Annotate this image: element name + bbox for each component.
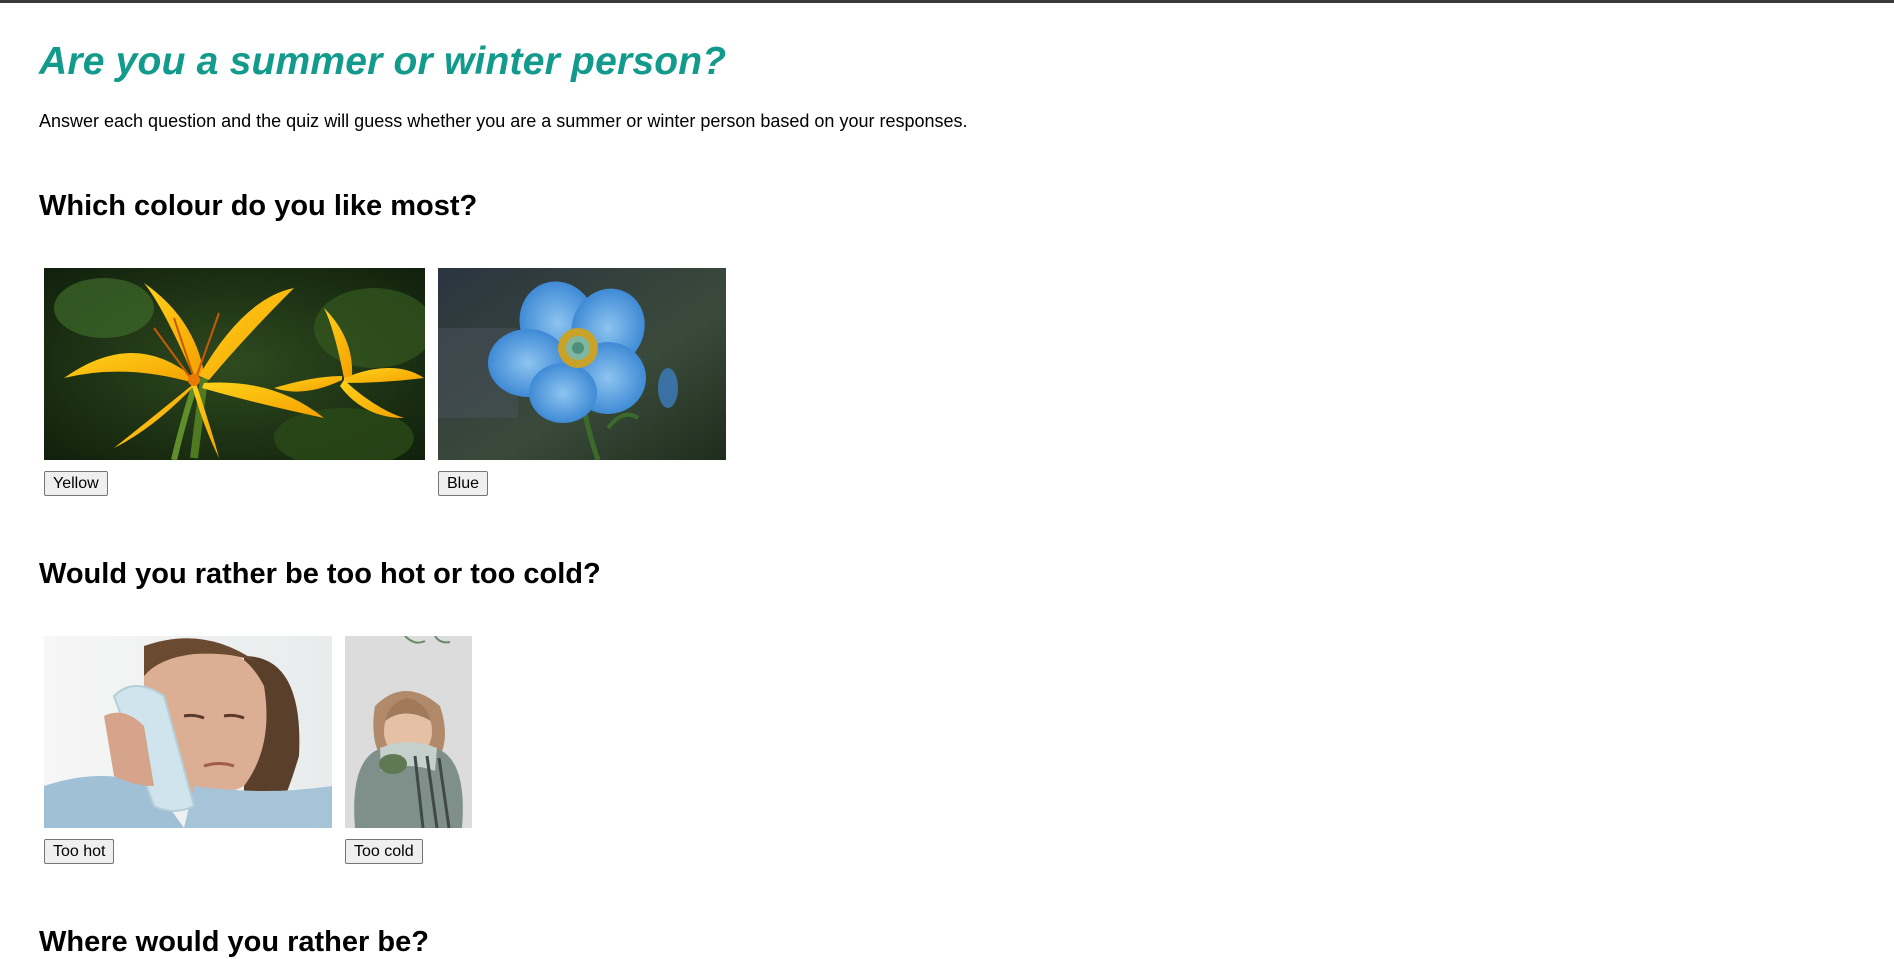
question-2-choices: Too hot Too cold xyxy=(44,636,472,864)
choice-too-cold: Too cold xyxy=(345,636,472,864)
woman-with-ice-pack-photo xyxy=(44,636,332,828)
blue-poppy-photo xyxy=(438,268,726,460)
question-3-heading: Where would you rather be? xyxy=(39,926,429,958)
page-title: Are you a summer or winter person? xyxy=(39,40,727,83)
woman-in-blanket-photo xyxy=(345,636,472,828)
yellow-lily-photo xyxy=(44,268,425,460)
question-1-choices: Yellow Blue xyxy=(44,268,726,496)
question-2-heading: Would you rather be too hot or too cold? xyxy=(39,558,601,590)
too-cold-button[interactable]: Too cold xyxy=(345,839,423,864)
question-1-heading: Which colour do you like most? xyxy=(39,190,478,222)
intro-text: Answer each question and the quiz will g… xyxy=(39,111,968,131)
choice-blue: Blue xyxy=(438,268,726,496)
choice-yellow: Yellow xyxy=(44,268,425,496)
yellow-button[interactable]: Yellow xyxy=(44,471,108,496)
too-hot-button[interactable]: Too hot xyxy=(44,839,115,864)
choice-too-hot: Too hot xyxy=(44,636,332,864)
blue-button[interactable]: Blue xyxy=(438,471,489,496)
top-border xyxy=(0,0,1894,3)
